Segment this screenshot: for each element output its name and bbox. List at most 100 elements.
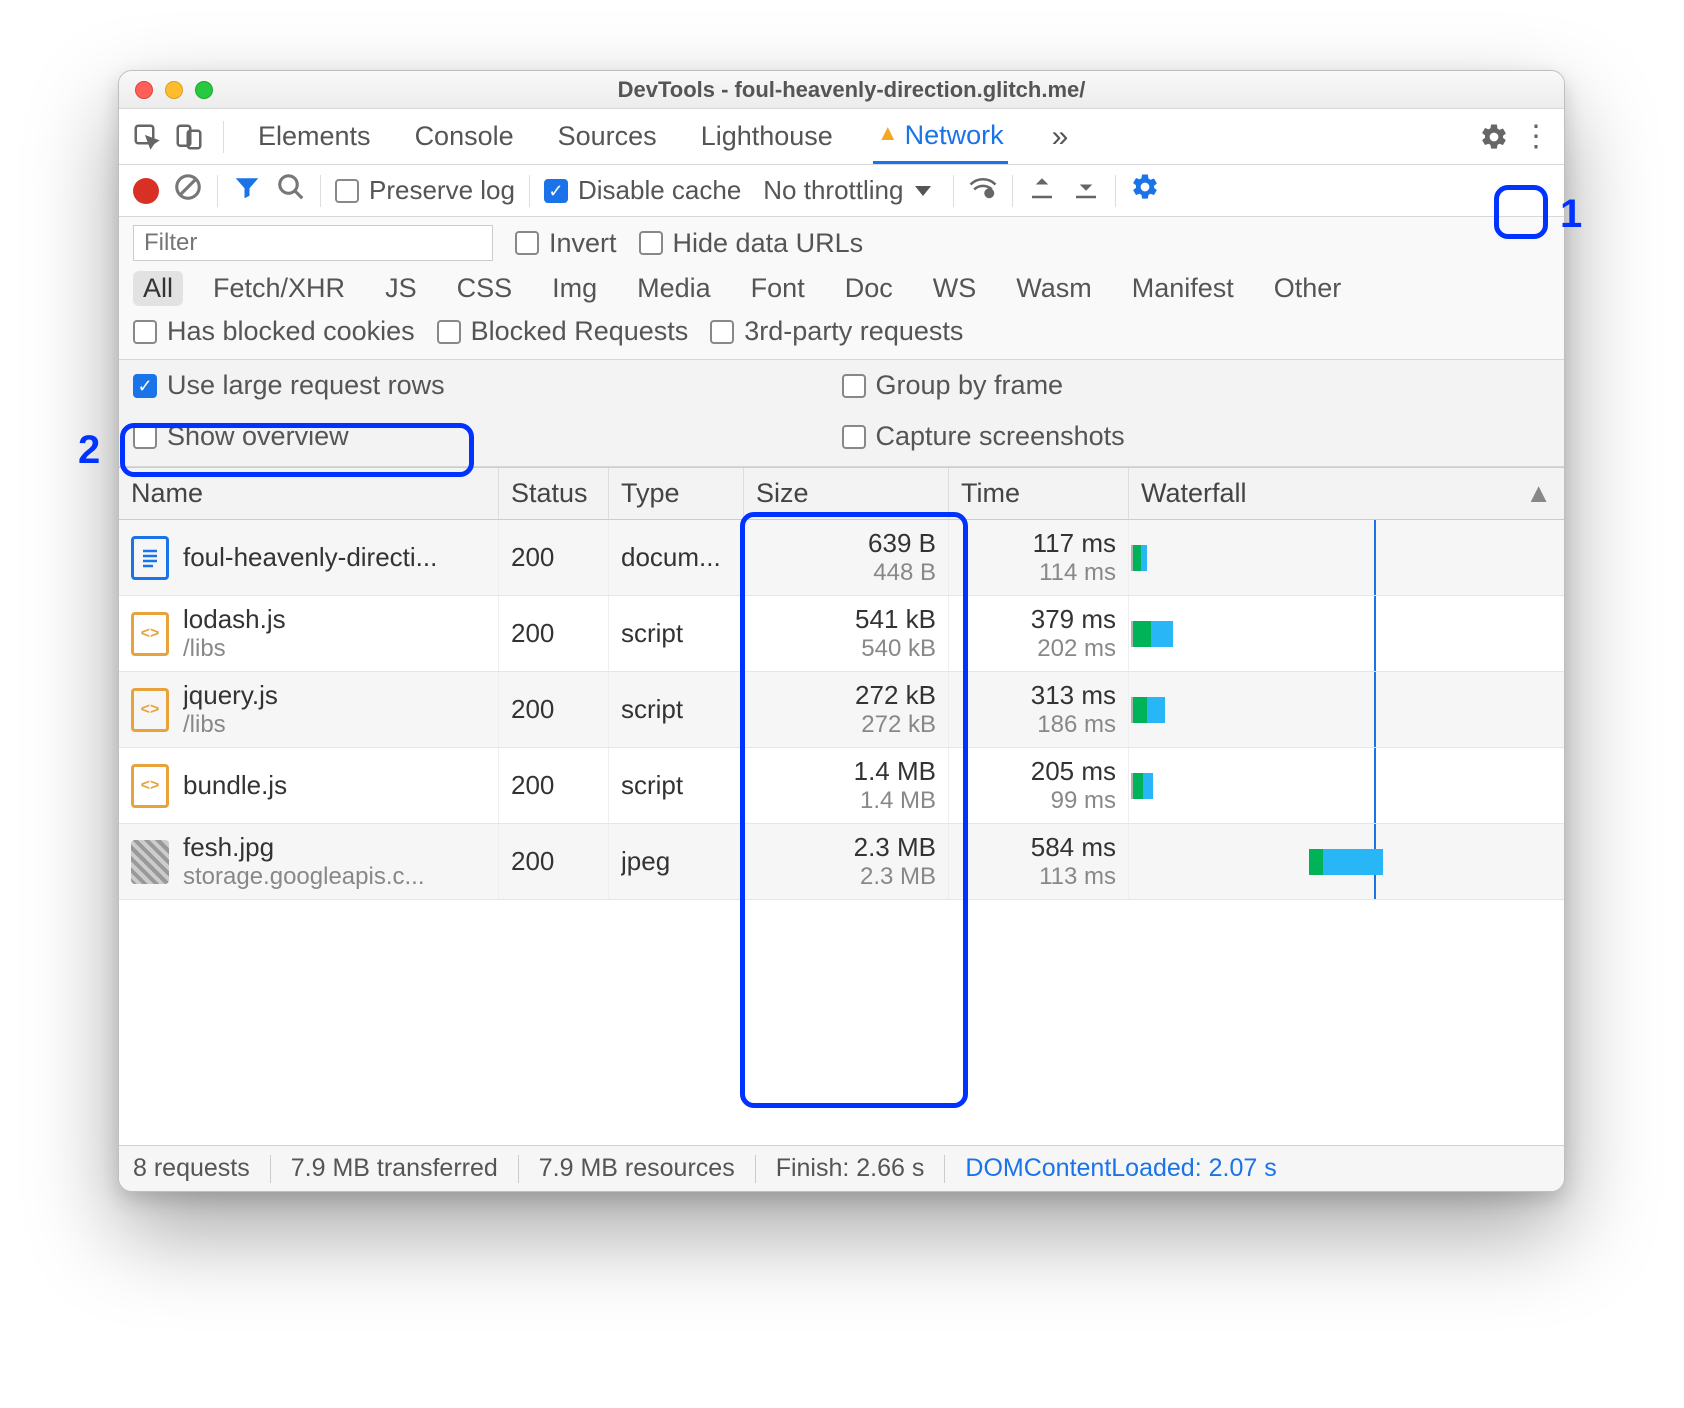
record-button[interactable] [133, 178, 159, 204]
tab-network[interactable]: ▲ Network [873, 109, 1008, 164]
request-path: storage.googleapis.c... [183, 863, 425, 891]
blocked-cookies-label: Has blocked cookies [167, 316, 415, 347]
large-rows-checkbox[interactable]: Use large request rows [133, 370, 842, 401]
warning-icon: ▲ [877, 120, 899, 146]
filter-icon[interactable] [232, 172, 262, 209]
request-path: /libs [183, 711, 278, 739]
request-size-transfer: 639 B [756, 528, 936, 559]
capture-screenshots-checkbox[interactable]: Capture screenshots [842, 421, 1551, 452]
search-icon[interactable] [276, 172, 306, 209]
request-type: script [621, 694, 731, 725]
inspect-element-icon[interactable] [129, 119, 165, 155]
request-path: /libs [183, 635, 286, 663]
devtools-tabs-bar: Elements Console Sources Lighthouse ▲ Ne… [119, 109, 1564, 165]
request-time-total: 313 ms [961, 680, 1116, 711]
network-settings-icon[interactable] [1130, 172, 1160, 209]
col-name[interactable]: Name [119, 468, 499, 519]
request-time-latency: 202 ms [961, 635, 1116, 663]
request-name: fesh.jpg [183, 832, 425, 863]
type-wasm[interactable]: Wasm [1006, 271, 1102, 306]
document-icon [131, 536, 169, 580]
request-time-total: 117 ms [961, 528, 1116, 559]
request-type: script [621, 770, 731, 801]
request-status: 200 [511, 542, 596, 573]
dcl-line [1374, 672, 1376, 747]
col-waterfall-label: Waterfall [1141, 478, 1247, 509]
table-row[interactable]: fesh.jpgstorage.googleapis.c... 200 jpeg 2.… [119, 824, 1564, 900]
window-titlebar: DevTools - foul-heavenly-direction.glitc… [119, 71, 1564, 109]
type-css[interactable]: CSS [447, 271, 523, 306]
request-status: 200 [511, 770, 596, 801]
request-time-latency: 113 ms [961, 863, 1116, 891]
blocked-requests-label: Blocked Requests [471, 316, 689, 347]
col-time[interactable]: Time [949, 468, 1129, 519]
throttling-select[interactable]: No throttling [755, 175, 939, 206]
type-all[interactable]: All [133, 271, 183, 306]
request-name: foul-heavenly-directi... [183, 542, 437, 573]
request-size-transfer: 1.4 MB [756, 756, 936, 787]
blocked-cookies-checkbox[interactable]: Has blocked cookies [133, 316, 415, 347]
disable-cache-checkbox[interactable]: Disable cache [544, 175, 741, 206]
col-type[interactable]: Type [609, 468, 744, 519]
request-size-resource: 2.3 MB [756, 863, 936, 891]
status-bar: 8 requests 7.9 MB transferred 7.9 MB res… [119, 1145, 1564, 1191]
type-media[interactable]: Media [627, 271, 721, 306]
blocked-requests-checkbox[interactable]: Blocked Requests [437, 316, 689, 347]
col-waterfall[interactable]: Waterfall ▲ [1129, 468, 1564, 519]
type-doc[interactable]: Doc [835, 271, 903, 306]
col-status[interactable]: Status [499, 468, 609, 519]
show-overview-checkbox[interactable]: Show overview [133, 421, 842, 452]
table-row[interactable]: <>jquery.js/libs200script272 kB272 kB313… [119, 672, 1564, 748]
chevron-down-icon [915, 186, 931, 196]
request-status: 200 [511, 846, 596, 877]
request-size-resource: 540 kB [756, 635, 936, 663]
import-har-icon[interactable] [1027, 172, 1057, 209]
tab-elements[interactable]: Elements [254, 109, 375, 164]
export-har-icon[interactable] [1071, 172, 1101, 209]
invert-checkbox[interactable]: Invert [515, 228, 617, 259]
waterfall-bar [1131, 697, 1165, 723]
col-size[interactable]: Size [744, 468, 949, 519]
network-conditions-icon[interactable] [968, 172, 998, 209]
hide-data-urls-checkbox[interactable]: Hide data URLs [639, 228, 864, 259]
request-type: jpeg [621, 846, 731, 877]
filter-input[interactable] [133, 225, 493, 261]
request-size-transfer: 272 kB [756, 680, 936, 711]
type-other[interactable]: Other [1264, 271, 1352, 306]
preserve-log-checkbox[interactable]: Preserve log [335, 175, 515, 206]
third-party-checkbox[interactable]: 3rd-party requests [710, 316, 963, 347]
clear-icon[interactable] [173, 172, 203, 209]
type-img[interactable]: Img [542, 271, 607, 306]
sort-indicator-icon: ▲ [1525, 478, 1552, 509]
image-icon [131, 840, 169, 884]
dcl-line [1374, 596, 1376, 671]
status-requests: 8 requests [133, 1154, 250, 1183]
tab-network-label: Network [905, 120, 1004, 151]
table-row[interactable]: <>bundle.js200script1.4 MB1.4 MB205 ms99… [119, 748, 1564, 824]
waterfall-cell [1129, 520, 1564, 595]
request-name: jquery.js [183, 680, 278, 711]
request-type: script [621, 618, 731, 649]
request-size-resource: 448 B [756, 559, 936, 587]
type-ws[interactable]: WS [923, 271, 987, 306]
settings-icon[interactable] [1476, 119, 1512, 155]
table-row[interactable]: <>lodash.js/libs200script541 kB540 kB379… [119, 596, 1564, 672]
device-toolbar-icon[interactable] [171, 119, 207, 155]
type-font[interactable]: Font [741, 271, 815, 306]
waterfall-cell [1129, 672, 1564, 747]
request-time-total: 379 ms [961, 604, 1116, 635]
group-by-frame-checkbox[interactable]: Group by frame [842, 370, 1551, 401]
tab-console[interactable]: Console [411, 109, 518, 164]
tabs-overflow-button[interactable]: » [1044, 120, 1077, 154]
kebab-menu-icon[interactable]: ⋮ [1518, 119, 1554, 155]
waterfall-cell [1129, 596, 1564, 671]
large-rows-label: Use large request rows [167, 370, 445, 401]
table-row[interactable]: foul-heavenly-directi...200docum...639 B… [119, 520, 1564, 596]
type-js[interactable]: JS [375, 271, 427, 306]
tab-sources[interactable]: Sources [554, 109, 661, 164]
tab-lighthouse[interactable]: Lighthouse [697, 109, 837, 164]
request-time-latency: 99 ms [961, 787, 1116, 815]
type-fetchxhr[interactable]: Fetch/XHR [203, 271, 355, 306]
type-manifest[interactable]: Manifest [1122, 271, 1244, 306]
status-resources: 7.9 MB resources [539, 1154, 735, 1183]
